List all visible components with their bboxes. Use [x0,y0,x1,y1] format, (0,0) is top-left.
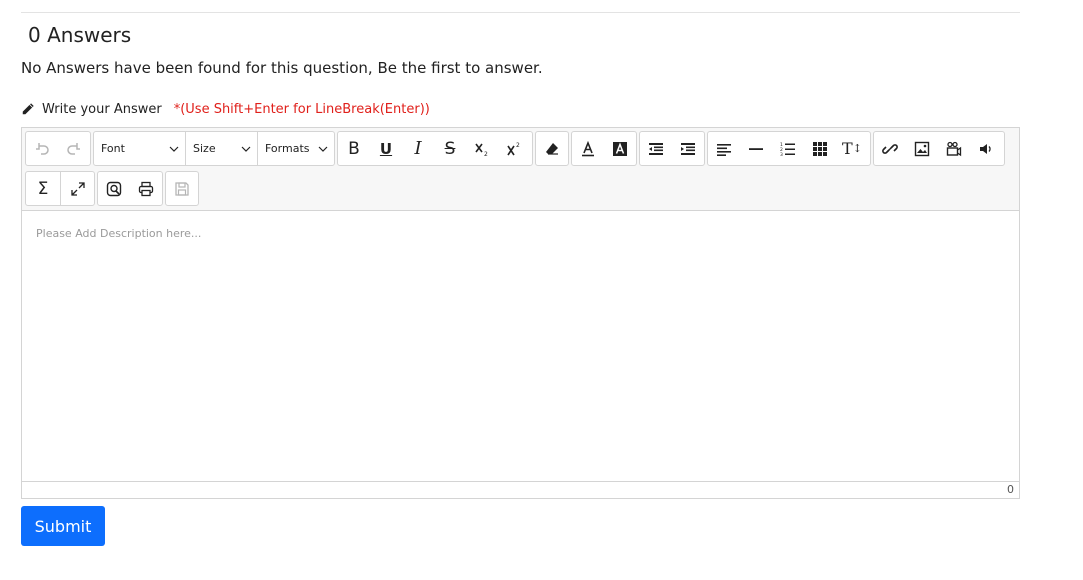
ordered-list-icon: 123 [780,142,795,157]
chevron-down-icon [318,146,328,152]
insert-video-button[interactable] [938,132,970,165]
formats-select-label: Formats [265,142,310,155]
ordered-list-button[interactable]: 123 [772,132,804,165]
preview-print-group [97,171,163,206]
size-select[interactable]: Size [186,132,258,165]
image-icon [914,141,930,156]
link-icon [882,143,898,154]
save-button[interactable] [166,172,198,205]
insert-link-button[interactable] [874,132,906,165]
paragraph-group: 123 T ↕ [707,131,871,166]
horizontal-rule-icon [749,147,763,150]
superscript-icon: 2 [507,142,520,155]
style-selects-group: Font Size Formats [93,131,335,166]
svg-text:3: 3 [780,152,783,157]
chevron-down-icon [169,146,179,152]
paragraph-style-button[interactable]: T ↕ [836,132,868,165]
underline-button[interactable]: U [370,132,402,165]
preview-button[interactable] [98,172,130,205]
answer-editor: Font Size Formats B U I S 2 2 1 2 3 T ↕ … [21,127,1020,499]
italic-glyph: I [414,138,422,159]
text-format-group: B U I S 2 2 [337,131,533,166]
size-select-label: Size [193,142,216,155]
svg-text:2: 2 [484,151,488,157]
indent-button[interactable] [672,132,704,165]
font-select[interactable]: Font [94,132,186,165]
editor-toolbar: Font Size Formats B U I S 2 2 1 2 3 T ↕ … [22,128,1019,211]
outdent-icon [649,142,663,155]
text-style-glyph: T [842,139,853,158]
insert-audio-button[interactable] [970,132,1002,165]
highlight-color-button[interactable] [604,132,636,165]
italic-button[interactable]: I [402,132,434,165]
subscript-button[interactable]: 2 [466,132,498,165]
bold-glyph: B [348,138,360,159]
clear-format-button[interactable] [536,132,568,165]
align-left-icon [717,143,731,156]
word-count: 0 [1007,483,1014,496]
svg-text:2: 2 [516,142,520,149]
font-select-label: Font [101,142,125,155]
table-button[interactable] [804,132,836,165]
formats-select[interactable]: Formats [258,132,334,165]
clear-format-group [535,131,569,166]
undo-icon [36,142,49,155]
font-color-icon [582,140,594,156]
linebreak-hint: *(Use Shift+Enter for LineBreak(Enter)) [173,101,430,117]
indent-icon [681,142,695,155]
editor-content-area[interactable]: Please Add Description here... [22,212,1019,480]
table-grid-icon [813,141,827,156]
insert-image-button[interactable] [906,132,938,165]
history-group [25,131,91,166]
undo-button[interactable] [26,132,58,165]
audio-icon [980,143,991,154]
answers-count-title: 0 Answers [28,23,132,47]
bold-button[interactable]: B [338,132,370,165]
redo-button[interactable] [58,132,90,165]
superscript-button[interactable]: 2 [498,132,530,165]
highlight-color-icon [613,141,627,156]
save-icon [175,181,189,196]
eraser-icon [546,142,558,155]
font-color-button[interactable] [572,132,604,165]
insert-group [873,131,1005,166]
video-icon [946,141,962,156]
preview-icon [106,181,122,196]
math-fullscreen-group: Σ [25,171,95,206]
sigma-glyph: Σ [37,178,49,199]
indent-group [639,131,705,166]
print-button[interactable] [130,172,162,205]
save-group [165,171,199,206]
submit-button[interactable]: Submit [21,506,105,546]
subscript-icon: 2 [475,143,488,157]
expand-icon [70,181,85,196]
strikethrough-glyph: S [444,138,456,159]
outdent-button[interactable] [640,132,672,165]
horizontal-rule-button[interactable] [740,132,772,165]
no-answers-message: No Answers have been found for this ques… [21,59,543,77]
text-style-caret-icon: ↕ [852,142,862,155]
top-divider [21,12,1020,13]
write-answer-heading: Write your Answer *(Use Shift+Enter for … [21,100,430,118]
pencil-icon [22,103,34,115]
strikethrough-button[interactable]: S [434,132,466,165]
write-answer-label: Write your Answer [42,101,162,117]
align-button[interactable] [708,132,740,165]
math-button[interactable]: Σ [26,172,61,205]
redo-icon [67,142,80,155]
print-icon [138,181,154,196]
underline-glyph: U [379,139,393,158]
editor-statusbar: 0 [22,481,1019,498]
fullscreen-button[interactable] [61,172,94,205]
editor-placeholder: Please Add Description here... [36,227,202,240]
color-group [571,131,637,166]
chevron-down-icon [241,146,251,152]
